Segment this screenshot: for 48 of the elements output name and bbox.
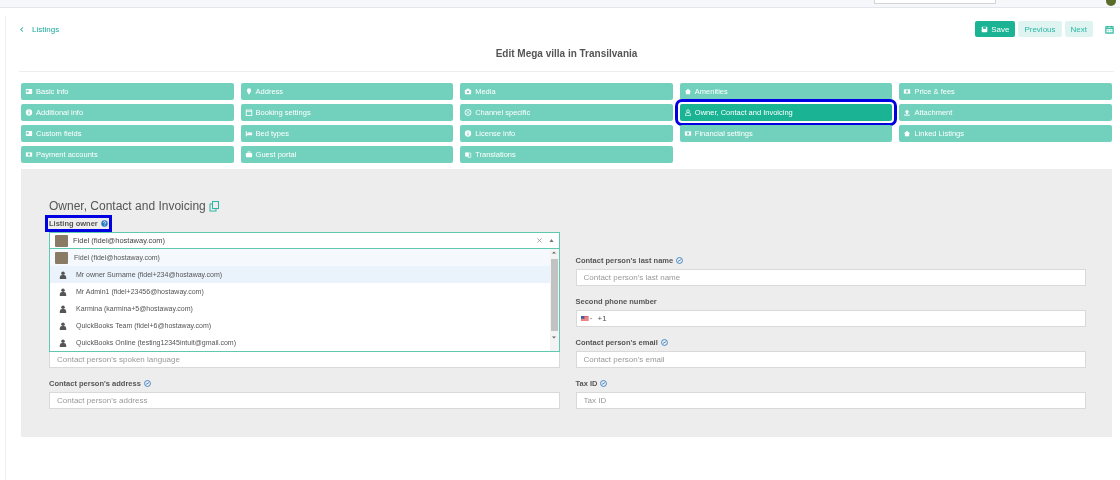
person-icon (59, 321, 67, 330)
search-field[interactable] (874, 0, 996, 4)
briefcase-icon (244, 151, 253, 158)
globe-icon (464, 109, 473, 116)
calendar-icon (244, 109, 253, 116)
text-field[interactable]: Contact person's address (49, 392, 560, 409)
info-icon (464, 130, 473, 137)
id-card-icon (25, 88, 33, 95)
copy-icon[interactable] (208, 200, 220, 212)
scrollbar[interactable] (549, 249, 559, 351)
camera-icon (464, 88, 473, 95)
page-title: Edit Mega villa in Transilvania (19, 48, 1114, 72)
person-icon (59, 304, 67, 313)
section-title: Owner, Contact and Invoicing (49, 199, 206, 213)
upload-icon (903, 109, 912, 116)
nav-button[interactable]: Previous (1018, 21, 1062, 37)
photo-placeholder (55, 251, 68, 264)
photo-placeholder (55, 234, 68, 247)
back-link[interactable]: Listings (19, 24, 60, 34)
text-field[interactable]: Contact person's email (575, 351, 1086, 368)
nav-button[interactable]: Next (1064, 21, 1093, 37)
home-icon (903, 130, 912, 137)
avatar-icon[interactable] (1106, 0, 1116, 6)
calendar-icon[interactable] (1105, 24, 1114, 34)
info-icon (25, 109, 33, 116)
person-icon (59, 287, 67, 296)
id-card-icon (25, 130, 33, 137)
home-icon (683, 88, 692, 95)
caret-down-icon (551, 336, 557, 341)
phone-field[interactable]: +1 (575, 310, 1086, 327)
flag-icon[interactable] (580, 315, 592, 322)
banknote-icon (25, 151, 33, 158)
help-icon (100, 220, 108, 227)
person-icon (59, 270, 67, 279)
banknote-icon (903, 88, 912, 95)
save-button[interactable]: Save (975, 21, 1016, 37)
text-field[interactable]: Contact person's last name (575, 269, 1086, 286)
bed-icon (244, 130, 253, 137)
language-icon (464, 151, 473, 158)
chevron-left-icon (19, 25, 24, 33)
banknote-icon (683, 130, 692, 137)
caret-icon (547, 237, 555, 244)
caret-up-icon (551, 251, 557, 256)
person-icon (59, 338, 67, 347)
close-icon[interactable] (535, 237, 543, 244)
user-icon (683, 109, 692, 116)
map-pin-icon (244, 88, 253, 95)
text-field[interactable]: Tax ID (575, 392, 1086, 409)
